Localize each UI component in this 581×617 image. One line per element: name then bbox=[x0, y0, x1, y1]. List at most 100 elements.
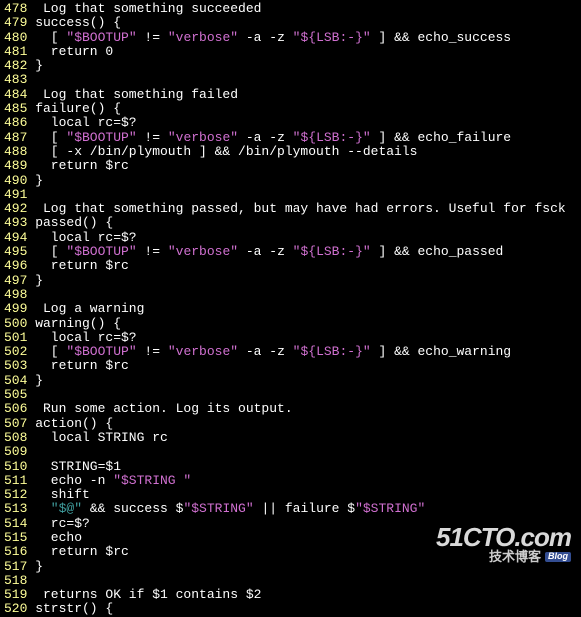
line-number: 518 bbox=[4, 574, 27, 588]
line-number: 487 bbox=[4, 131, 27, 145]
code-text: } bbox=[35, 174, 43, 188]
code-text: } bbox=[35, 274, 43, 288]
line-number: 509 bbox=[4, 445, 27, 459]
line-number: 507 bbox=[4, 417, 27, 431]
line-number: 494 bbox=[4, 231, 27, 245]
code-line: 494 local rc=$? bbox=[4, 231, 577, 245]
line-number: 485 bbox=[4, 102, 27, 116]
code-line: 492 Log that something passed, but may h… bbox=[4, 202, 577, 216]
code-line: 516 return $rc bbox=[4, 545, 577, 559]
code-line: 496 return $rc bbox=[4, 259, 577, 273]
line-number: 488 bbox=[4, 145, 27, 159]
code-line: 486 local rc=$? bbox=[4, 116, 577, 130]
code-text: local rc=$? bbox=[35, 231, 136, 245]
code-text: } bbox=[35, 374, 43, 388]
line-number: 501 bbox=[4, 331, 27, 345]
code-line: 501 local rc=$? bbox=[4, 331, 577, 345]
code-line: 480 [ "$BOOTUP" != "verbose" -a -z "${LS… bbox=[4, 31, 577, 45]
line-number: 508 bbox=[4, 431, 27, 445]
code-line: 512 shift bbox=[4, 488, 577, 502]
code-line: 509 bbox=[4, 445, 577, 459]
code-text: Log a warning bbox=[35, 302, 144, 316]
code-line: 500warning() { bbox=[4, 317, 577, 331]
line-number: 483 bbox=[4, 73, 27, 87]
line-number: 478 bbox=[4, 2, 27, 16]
code-line: 520strstr() { bbox=[4, 602, 577, 616]
code-text: local rc=$? bbox=[35, 116, 136, 130]
code-text: echo -n "$STRING " bbox=[35, 474, 191, 488]
code-line: 487 [ "$BOOTUP" != "verbose" -a -z "${LS… bbox=[4, 131, 577, 145]
code-text: returns OK if $1 contains $2 bbox=[35, 588, 261, 602]
code-line: 503 return $rc bbox=[4, 359, 577, 373]
code-text: local STRING rc bbox=[35, 431, 168, 445]
line-number: 490 bbox=[4, 174, 27, 188]
code-line: 489 return $rc bbox=[4, 159, 577, 173]
code-text: action() { bbox=[35, 417, 113, 431]
line-number: 484 bbox=[4, 88, 27, 102]
line-number: 486 bbox=[4, 116, 27, 130]
code-line: 481 return 0 bbox=[4, 45, 577, 59]
code-line: 513 "$@" && success $"$STRING" || failur… bbox=[4, 502, 577, 516]
code-text: return $rc bbox=[35, 359, 129, 373]
line-number: 479 bbox=[4, 16, 27, 30]
code-line: 506 Run some action. Log its output. bbox=[4, 402, 577, 416]
code-text: failure() { bbox=[35, 102, 121, 116]
line-number: 514 bbox=[4, 517, 27, 531]
code-text: } bbox=[35, 560, 43, 574]
code-text: Run some action. Log its output. bbox=[35, 402, 292, 416]
code-line: 488 [ -x /bin/plymouth ] && /bin/plymout… bbox=[4, 145, 577, 159]
code-text: warning() { bbox=[35, 317, 121, 331]
line-number: 498 bbox=[4, 288, 27, 302]
code-text: Log that something passed, but may have … bbox=[35, 202, 566, 216]
code-line: 511 echo -n "$STRING " bbox=[4, 474, 577, 488]
line-number: 492 bbox=[4, 202, 27, 216]
line-number: 499 bbox=[4, 302, 27, 316]
code-text: [ "$BOOTUP" != "verbose" -a -z "${LSB:-}… bbox=[35, 245, 503, 259]
code-text: return 0 bbox=[35, 45, 113, 59]
code-text: echo bbox=[35, 531, 82, 545]
code-line: 498 bbox=[4, 288, 577, 302]
code-text: [ "$BOOTUP" != "verbose" -a -z "${LSB:-}… bbox=[35, 345, 511, 359]
code-line: 478 Log that something succeeded bbox=[4, 2, 577, 16]
code-line: 491 bbox=[4, 188, 577, 202]
code-text: [ -x /bin/plymouth ] && /bin/plymouth --… bbox=[35, 145, 417, 159]
line-number: 480 bbox=[4, 31, 27, 45]
code-line: 479 success() { bbox=[4, 16, 577, 30]
line-number: 516 bbox=[4, 545, 27, 559]
code-text: rc=$? bbox=[35, 517, 90, 531]
code-text: strstr() { bbox=[35, 602, 113, 616]
code-text: } bbox=[35, 59, 43, 73]
line-number: 504 bbox=[4, 374, 27, 388]
line-number: 493 bbox=[4, 216, 27, 230]
code-text: STRING=$1 bbox=[35, 460, 121, 474]
line-number: 489 bbox=[4, 159, 27, 173]
code-text: success() { bbox=[35, 16, 121, 30]
code-line: 517} bbox=[4, 560, 577, 574]
line-number: 491 bbox=[4, 188, 27, 202]
code-line: 514 rc=$? bbox=[4, 517, 577, 531]
code-line: 482} bbox=[4, 59, 577, 73]
code-line: 484 Log that something failed bbox=[4, 88, 577, 102]
line-number: 496 bbox=[4, 259, 27, 273]
code-line: 497} bbox=[4, 274, 577, 288]
line-number: 512 bbox=[4, 488, 27, 502]
line-number: 513 bbox=[4, 502, 27, 516]
code-line: 485 failure() { bbox=[4, 102, 577, 116]
code-text: local rc=$? bbox=[35, 331, 136, 345]
code-line: 504} bbox=[4, 374, 577, 388]
code-line: 483 bbox=[4, 73, 577, 87]
code-text: return $rc bbox=[35, 159, 129, 173]
code-line: 502 [ "$BOOTUP" != "verbose" -a -z "${LS… bbox=[4, 345, 577, 359]
code-line: 508 local STRING rc bbox=[4, 431, 577, 445]
line-number: 503 bbox=[4, 359, 27, 373]
code-text: Log that something succeeded bbox=[35, 2, 261, 16]
line-number: 495 bbox=[4, 245, 27, 259]
line-number: 510 bbox=[4, 460, 27, 474]
line-number: 481 bbox=[4, 45, 27, 59]
line-number: 519 bbox=[4, 588, 27, 602]
code-line: 495 [ "$BOOTUP" != "verbose" -a -z "${LS… bbox=[4, 245, 577, 259]
line-number: 515 bbox=[4, 531, 27, 545]
line-number: 502 bbox=[4, 345, 27, 359]
code-text: Log that something failed bbox=[35, 88, 238, 102]
code-line: 505 bbox=[4, 388, 577, 402]
